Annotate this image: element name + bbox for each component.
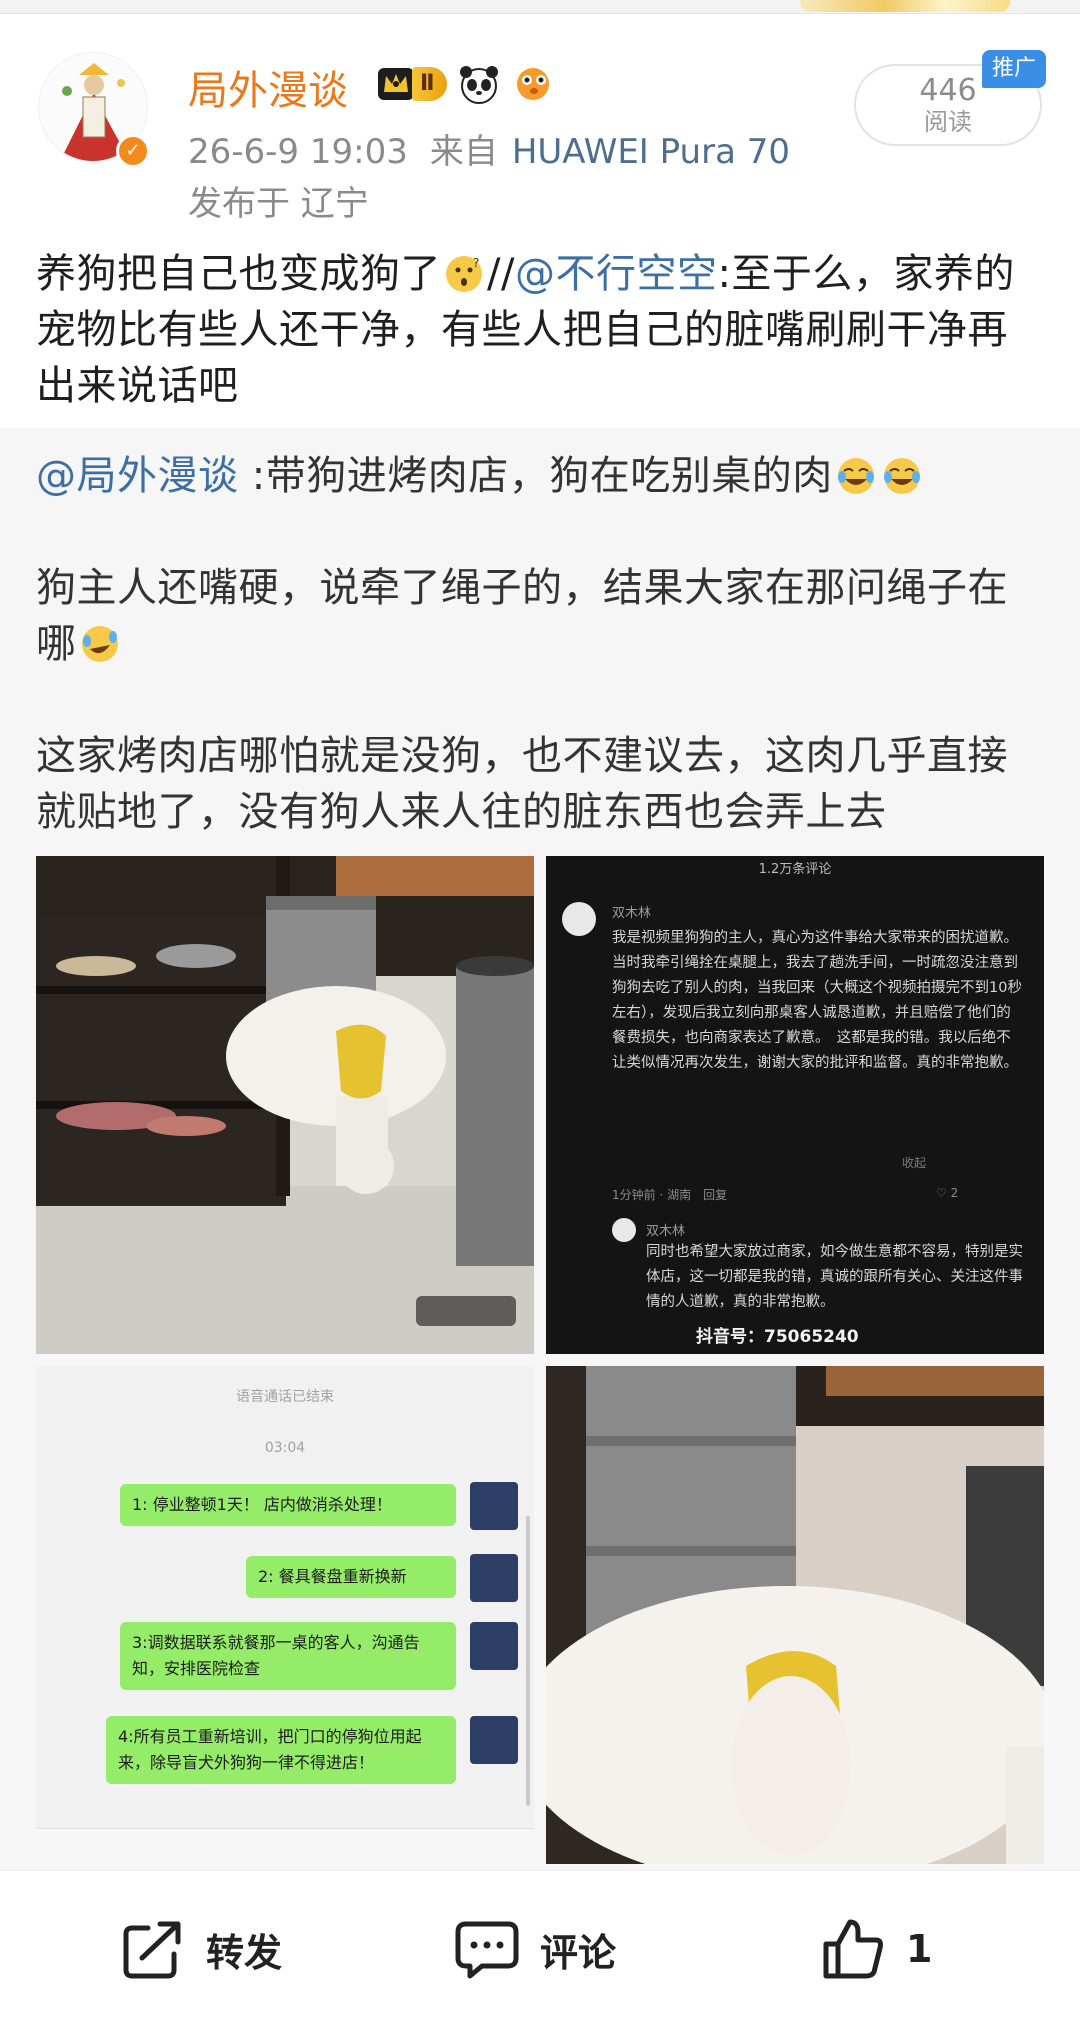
thinking-emoji-icon: ? (446, 256, 482, 292)
comment-button[interactable]: 评论 (452, 1913, 616, 1985)
commenter-name: 双木林 (612, 906, 652, 921)
comment-likes: ♡ 2 (936, 1186, 959, 1200)
repost-container[interactable]: @局外漫谈 :带狗进烤肉店，狗在吃别桌的肉 狗主人还嘴硬，说牵了绳子的，结果大家… (0, 428, 1080, 1870)
repost-line1: @局外漫谈 :带狗进烤肉店，狗在吃别桌的肉 (36, 448, 1046, 504)
tears-of-joy-emoji-icon (883, 458, 920, 494)
like-button[interactable]: 1 (818, 1913, 932, 1985)
chat-input-bar (36, 1828, 534, 1864)
mention-link[interactable]: @不行空空 (515, 251, 718, 297)
post-text: 养狗把自己也变成狗了?//@不行空空:至于么，家养的宠物比有些人还干净，有些人把… (36, 246, 1046, 414)
repost-line1-text: :带狗进烤肉店，狗在吃别桌的肉 (238, 453, 833, 499)
comment-label: 评论 (540, 1930, 617, 1975)
level-badge[interactable]: Ⅱ (376, 64, 447, 104)
repost-button[interactable]: 转发 (118, 1913, 282, 1985)
post-device[interactable]: HUAWEI Pura 70 (512, 132, 790, 172)
top-strip (0, 0, 1080, 14)
post-image-1[interactable] (36, 856, 534, 1354)
reply-avatar (612, 1218, 636, 1242)
username[interactable]: 局外漫谈 (188, 58, 348, 116)
post-meta: 26-6-9 19:03 来自 HUAWEI Pura 70 (188, 124, 790, 173)
sender-avatar (470, 1622, 518, 1670)
level-text: Ⅱ (412, 67, 447, 101)
share-arrow-icon (123, 1921, 181, 1979)
post-image-3[interactable]: 语音通话已结束 03:04 1: 停业整顿1天！ 店内做消杀处理！ 2: 餐具餐… (36, 1366, 534, 1864)
post-location: 发布于 辽宁 (188, 184, 369, 224)
chat-message-4: 4:所有员工重新培训，把门口的停狗位用起来，除导盲犬外狗狗一律不得进店！ (106, 1716, 456, 1784)
rolling-laugh-emoji-icon (81, 626, 118, 662)
post-source-prefix: 来自 (429, 132, 498, 172)
comments-header: 1.2万条评论 (758, 862, 832, 877)
chat-scrollbar (526, 1516, 530, 1806)
thumbs-up-icon (823, 1919, 883, 1979)
promo-tag: 推广 (982, 50, 1046, 88)
chat-message-2: 2: 餐具餐盘重新换新 (246, 1556, 456, 1598)
read-label: 阅读 (924, 108, 972, 136)
sender-avatar (470, 1482, 518, 1530)
repost-line2: 狗主人还嘴硬，说牵了绳子的，结果大家在那问绳子在哪 (36, 560, 1046, 672)
post-image-2[interactable]: 1.2万条评论 双木林 我是视频里狗狗的主人，真心为这件事给大家带来的困扰道歉。… (546, 856, 1044, 1354)
chat-message-3: 3:调数据联系就餐那一桌的客人，沟通告知，安排医院检查 (120, 1622, 456, 1690)
tears-of-joy-emoji-icon (837, 458, 874, 494)
comment-collapse: 收起 (902, 1156, 927, 1170)
comment-bubble-icon (455, 1921, 519, 1979)
pufferfish-emoji-icon (516, 68, 549, 100)
post-text-part1: 养狗把自己也变成狗了 (36, 251, 441, 297)
like-count: 1 (906, 1927, 933, 1971)
reply-name: 双木林 (646, 1224, 686, 1239)
chat-time: 03:04 (264, 1440, 306, 1456)
post-timestamp: 26-6-9 19:03 (188, 132, 408, 172)
repost-line3: 这家烤肉店哪怕就是没狗，也不建议去，这肉几乎直接就贴地了，没有狗人来人往的脏东西… (36, 733, 1008, 835)
bottom-action-bar: 转发 评论 1 (0, 1870, 1080, 2024)
crown-icon (378, 68, 414, 100)
sender-avatar (470, 1554, 518, 1602)
douyin-id: 抖音号：75065240 (696, 1327, 859, 1347)
sender-avatar (470, 1716, 518, 1764)
post-text-separator: // (487, 251, 515, 297)
post-image-4[interactable] (546, 1366, 1044, 1864)
dog-restaurant-photo (36, 856, 534, 1354)
dog-closeup-photo (546, 1366, 1044, 1864)
top-banner-decoration (800, 0, 1010, 12)
svg-text:?: ? (473, 256, 480, 270)
chat-message-1: 1: 停业整顿1天！ 店内做消杀处理！ (120, 1484, 456, 1526)
call-ended-notice: 语音通话已结束 (236, 1389, 334, 1405)
user-badges: Ⅱ (376, 62, 555, 106)
repost-label: 转发 (206, 1930, 283, 1975)
repost-mention-link[interactable]: @局外漫谈 (36, 453, 239, 499)
panda-emoji-icon (459, 66, 498, 104)
repost-line2-text: 狗主人还嘴硬，说牵了绳子的，结果大家在那问绳子在哪 (36, 565, 1008, 667)
comment-body: 我是视频里狗狗的主人，真心为这件事给大家带来的困扰道歉。 当时我牵引绳拴在桌腿上… (612, 930, 1022, 1071)
comment-meta: 1分钟前 · 湖南 回复 (612, 1188, 728, 1202)
verified-badge-icon: ✓ (116, 134, 150, 168)
repost-text: @局外漫谈 :带狗进烤肉店，狗在吃别桌的肉 狗主人还嘴硬，说牵了绳子的，结果大家… (36, 448, 1046, 840)
reply-body: 同时也希望大家放过商家，如今做生意都不容易，特别是实体店，这一切都是我的错，真诚… (646, 1244, 1023, 1310)
commenter-avatar (562, 902, 596, 936)
